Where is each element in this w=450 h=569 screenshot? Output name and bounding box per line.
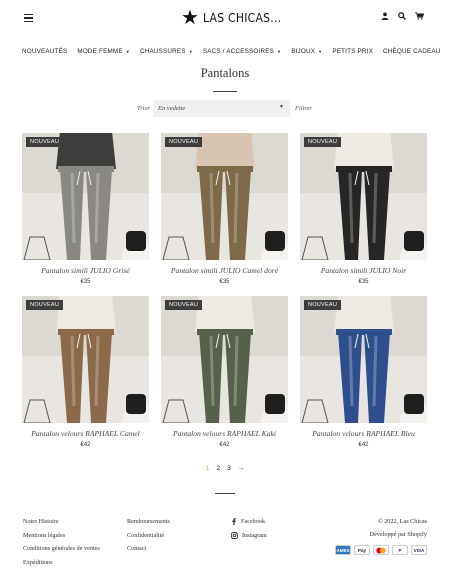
chevron-down-icon: ▼ (279, 105, 284, 110)
product-photo-illustration (161, 133, 288, 260)
product-name[interactable]: Pantalon velours RAPHAEL Kaki (161, 429, 288, 438)
facebook-icon (232, 518, 236, 525)
nav-item-nouveautes[interactable]: NOUVEAUTÉS (22, 48, 67, 55)
instagram-icon (231, 531, 238, 539)
apple-pay-icon: Pay (354, 545, 370, 555)
product-photo-illustration (300, 133, 427, 260)
payment-icons: AMEX Pay P VISA (335, 545, 427, 555)
footer-link-expeditions[interactable]: Expéditions (23, 559, 100, 566)
site-header: ★ LAS CHICAS... (0, 0, 450, 36)
footer-link-instagram[interactable]: Instagram (231, 532, 267, 539)
product-name[interactable]: Pantalon simili JULIO Camel doré (161, 266, 288, 275)
nav-item-bijoux[interactable]: BIJOUX ▼ (291, 48, 322, 55)
product-image[interactable]: NOUVEAU (161, 296, 288, 423)
pagination: 1 2 3 → (0, 465, 450, 472)
footer-link-confidentialite[interactable]: Confidentialité (127, 532, 170, 539)
copyright: © 2022, Las Chicas (377, 518, 427, 525)
new-badge: NOUVEAU (26, 137, 64, 147)
new-badge: NOUVEAU (165, 300, 203, 310)
footer-link-contact[interactable]: Contact (127, 545, 170, 552)
caret-down-icon: ▼ (188, 48, 193, 54)
page-link-1[interactable]: 1 (206, 465, 210, 472)
product-price: €35 (80, 279, 91, 285)
search-icon[interactable] (398, 12, 406, 20)
amex-icon: AMEX (335, 545, 351, 555)
caret-down-icon: ▼ (318, 48, 323, 54)
product-photo-illustration (22, 296, 149, 423)
nav-item-chaussures[interactable]: CHAUSSURES ▼ (140, 48, 193, 55)
product-price: €35 (358, 279, 369, 285)
product-price: €42 (219, 442, 230, 448)
product-name[interactable]: Pantalon velours RAPHAEL Camel (22, 429, 149, 438)
sort-select-value: En vedette (158, 105, 186, 112)
product-card[interactable]: NOUVEAU Pantalon velours RAPHAEL Kaki €4… (161, 296, 288, 448)
caret-down-icon: ▼ (125, 48, 130, 54)
footer-link-remboursements[interactable]: Remboursements (127, 518, 170, 525)
nav-item-petits-prix[interactable]: PETITS PRIX (332, 48, 373, 55)
footer-link-facebook[interactable]: Facebook (231, 518, 267, 525)
product-image[interactable]: NOUVEAU (22, 133, 149, 260)
new-badge: NOUVEAU (304, 300, 342, 310)
product-photo-illustration (300, 296, 427, 423)
product-image[interactable]: NOUVEAU (22, 296, 149, 423)
product-card[interactable]: NOUVEAU Pantalon velours RAPHAEL Bleu €4… (300, 296, 427, 448)
product-price: €35 (219, 279, 230, 285)
product-image[interactable]: NOUVEAU (300, 296, 427, 423)
filter-button[interactable]: Filtrer (295, 105, 312, 112)
star-icon: ★ (181, 7, 199, 29)
caret-down-icon: ▼ (277, 48, 282, 54)
paypal-icon: P (392, 545, 408, 555)
sort-label: Trier (137, 105, 151, 112)
footer-divider (215, 493, 235, 494)
next-page-arrow-icon[interactable]: → (238, 465, 245, 472)
product-card[interactable]: NOUVEAU Pantalon simili JULIO Noir €35 (300, 133, 427, 285)
product-photo-illustration (161, 296, 288, 423)
page-link-2[interactable]: 2 (216, 465, 220, 472)
site-logo[interactable]: ★ LAS CHICAS... (181, 8, 290, 28)
mastercard-icon (373, 545, 389, 555)
visa-icon: VISA (411, 545, 427, 555)
new-badge: NOUVEAU (304, 137, 342, 147)
nav-item-sacs-accessoires[interactable]: SACS / ACCESSOIRES ▼ (203, 48, 281, 55)
new-badge: NOUVEAU (26, 300, 64, 310)
product-photo-illustration (22, 133, 149, 260)
main-nav: NOUVEAUTÉS MODE FEMME ▼ CHAUSSURES ▼ SACS … (22, 45, 441, 57)
product-name[interactable]: Pantalon velours RAPHAEL Bleu (300, 429, 427, 438)
page-link-3[interactable]: 3 (227, 465, 231, 472)
product-card[interactable]: NOUVEAU Pantalon simili JULIO Camel doré… (161, 133, 288, 285)
menu-icon[interactable] (24, 14, 33, 23)
product-image[interactable]: NOUVEAU (300, 133, 427, 260)
product-card[interactable]: NOUVEAU Pantalon velours RAPHAEL Camel €… (22, 296, 149, 448)
product-price: €42 (80, 442, 91, 448)
product-name[interactable]: Pantalon simili JULIO Noir (300, 266, 427, 275)
footer-link-mentions-legales[interactable]: Mentions légales (23, 532, 100, 539)
product-name[interactable]: Pantalon simili JULIO Grisé (22, 266, 149, 275)
product-card[interactable]: NOUVEAU Pantalon simili JULIO Grisé €35 (22, 133, 149, 285)
nav-item-cheque-cadeau[interactable]: CHÈQUE CADEAU (383, 48, 441, 55)
page-title: Pantalons (200, 66, 250, 80)
sort-select[interactable]: En vedette ▼ (153, 100, 290, 117)
sort-filter-bar: Trier En vedette ▼ Filtrer (0, 100, 450, 117)
footer-link-notre-histoire[interactable]: Notre Histoire (23, 518, 100, 525)
title-divider (213, 91, 237, 92)
product-image[interactable]: NOUVEAU (161, 133, 288, 260)
logo-text: LAS CHICAS... (202, 11, 282, 25)
nav-item-mode-femme[interactable]: MODE FEMME ▼ (77, 48, 130, 55)
cart-icon[interactable] (415, 12, 424, 20)
footer-link-cgv[interactable]: Conditions générales de ventes (23, 545, 100, 552)
new-badge: NOUVEAU (165, 137, 203, 147)
account-icon[interactable] (381, 12, 389, 20)
product-price: €42 (358, 442, 369, 448)
powered-by-link[interactable]: Développé par Shopify (370, 531, 427, 538)
